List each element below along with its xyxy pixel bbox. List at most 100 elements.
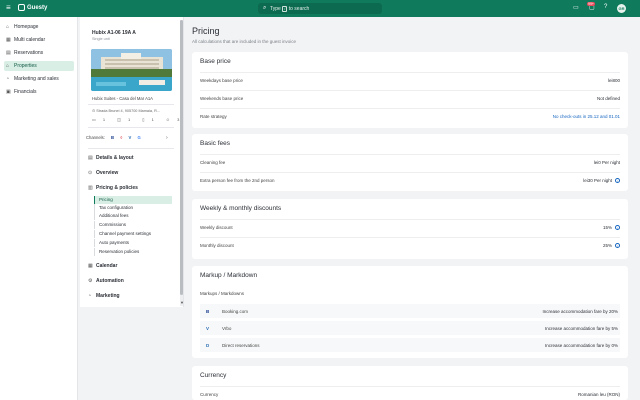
row-label: Weekdays base price bbox=[200, 78, 243, 83]
markup-vrbo-row[interactable]: V Vrbo Increase accommodation fare by 5% bbox=[200, 321, 620, 335]
bedrooms-count: 1 bbox=[102, 117, 106, 122]
airbnb-icon[interactable]: ◊ bbox=[120, 135, 122, 140]
cleaning-fee-row[interactable]: Cleaning fee lei0 Per night bbox=[200, 154, 620, 168]
row-label: Monthly discount bbox=[200, 243, 234, 248]
monthly-discount-row[interactable]: Monthly discount 25% i bbox=[200, 237, 620, 251]
nav-item-homepage[interactable]: ⌂ Homepage bbox=[4, 22, 74, 32]
listing-photo[interactable] bbox=[91, 49, 172, 91]
subnav-tax-configuration[interactable]: Tax configuration bbox=[94, 204, 172, 212]
scrollbar-thumb[interactable] bbox=[180, 20, 183, 295]
rate-strategy-link[interactable]: No check-outs in 25.12 and 01.01 bbox=[553, 114, 620, 119]
calendar-section-icon: ▦ bbox=[88, 263, 93, 269]
nav-item-properties[interactable]: ⌂ Properties bbox=[4, 61, 74, 71]
discounts-card: Weekly & monthly discounts Weekly discou… bbox=[192, 199, 628, 259]
properties-icon: ⌂ bbox=[6, 63, 10, 69]
markup-value: Increase accommodation fare by 20% bbox=[542, 309, 618, 314]
section-label: Pricing & policies bbox=[96, 185, 138, 191]
section-overview[interactable]: ⊙ Overview bbox=[88, 170, 118, 176]
card-heading: Base price bbox=[200, 58, 231, 65]
subnav-reservation-policies[interactable]: Reservation policies bbox=[94, 248, 172, 256]
section-pricing-policies[interactable]: ▥ Pricing & policies bbox=[88, 185, 138, 191]
listing-address: ⊙ Strada Brunei 4, 905700 Mamaia, R... bbox=[92, 108, 160, 113]
info-icon[interactable]: i bbox=[615, 243, 620, 249]
channel-name: Vrbo bbox=[222, 326, 232, 331]
rate-strategy-row[interactable]: Rate strategy No check-outs in 25.12 and … bbox=[200, 108, 620, 122]
details-icon: ▤ bbox=[88, 155, 93, 161]
main-navigation: ⌂ Homepage ▦ Multi calendar ▤ Reservations … bbox=[0, 17, 78, 400]
menu-icon[interactable]: ≡ bbox=[6, 4, 11, 12]
markup-direct-row[interactable]: D Direct reservations Increase accommodati… bbox=[200, 338, 620, 352]
nav-label: Homepage bbox=[14, 24, 39, 30]
nav-item-multi-calendar[interactable]: ▦ Multi calendar bbox=[4, 35, 74, 45]
row-label: Cleaning fee bbox=[200, 160, 226, 165]
bathrooms-count: 1 bbox=[128, 117, 131, 122]
row-value: lei0 Per night bbox=[593, 160, 620, 165]
card-heading: Markup / Markdown bbox=[200, 272, 258, 279]
nav-label: Financials bbox=[14, 89, 37, 95]
booking-com-icon[interactable]: B bbox=[111, 135, 114, 140]
row-value-text: lei30 Per night bbox=[583, 178, 612, 183]
divider bbox=[88, 148, 174, 149]
guests-stat: ☺ 3 bbox=[166, 117, 185, 122]
nav-item-financials[interactable]: ▣ Financials bbox=[4, 87, 74, 97]
google-icon[interactable]: G bbox=[137, 135, 140, 140]
weekly-discount-row[interactable]: Weekly discount 15% i bbox=[200, 219, 620, 233]
currency-row[interactable]: Currency Romanian leu (RON) bbox=[200, 386, 620, 400]
base-price-card: Base price Weekdays base price lei800 Wee… bbox=[192, 52, 628, 128]
nav-item-marketing-and-sales[interactable]: ◔ Marketing and sales bbox=[4, 74, 74, 84]
search-input[interactable]: ⌕ Type / to search bbox=[258, 3, 382, 14]
basic-fees-card: Basic fees Cleaning fee lei0 Per night Ex… bbox=[192, 134, 628, 191]
nav-item-reservations[interactable]: ▤ Reservations bbox=[4, 48, 74, 58]
markup-booking-row[interactable]: B Booking.com Increase accommodation fare … bbox=[200, 304, 620, 318]
section-calendar[interactable]: ▦ Calendar bbox=[88, 263, 117, 269]
currency-card: Currency Currency Romanian leu (RON) bbox=[192, 366, 628, 400]
section-marketing[interactable]: ◔ Marketing bbox=[88, 293, 120, 299]
weekdays-base-price-row[interactable]: Weekdays base price lei800 bbox=[200, 72, 620, 86]
search-icon: ⌕ bbox=[263, 5, 267, 11]
divider bbox=[88, 127, 174, 128]
marketing-section-icon: ◔ bbox=[88, 293, 92, 299]
app-logo[interactable]: Guesty bbox=[18, 4, 47, 11]
info-icon[interactable]: i bbox=[615, 225, 620, 231]
listing-name: Hubix Suites - Casa del Mar A1A bbox=[92, 96, 153, 101]
extra-person-fee-row[interactable]: Extra person fee from the 2nd person lei3… bbox=[200, 172, 620, 186]
nav-label: Marketing and sales bbox=[14, 76, 59, 82]
avatar[interactable]: GR bbox=[617, 4, 626, 13]
notification-badge: 99+ bbox=[587, 2, 595, 6]
scroll-down-icon[interactable]: ▼ bbox=[180, 300, 184, 305]
guests-count: 3 bbox=[177, 117, 180, 122]
markup-value: Increase accommodation fare by 5% bbox=[544, 326, 618, 331]
section-label: Details & layout bbox=[96, 155, 134, 161]
listing-stats: ▭ 1 ◫ 1 ▯ 1 ☺ 3 bbox=[92, 117, 191, 122]
listing-photo-image bbox=[91, 49, 172, 91]
section-label: Marketing bbox=[96, 293, 120, 299]
nav-label: Reservations bbox=[14, 50, 44, 56]
chevron-right-icon[interactable]: › bbox=[166, 135, 168, 141]
row-label: Weekends base price bbox=[200, 96, 244, 101]
channel-name: Direct reservations bbox=[222, 343, 260, 348]
automation-icon: ⚙ bbox=[88, 278, 93, 284]
calendar-icon: ▦ bbox=[6, 37, 11, 43]
section-details-layout[interactable]: ▤ Details & layout bbox=[88, 155, 134, 161]
logo-mark-icon bbox=[18, 4, 25, 11]
subnav-additional-fees[interactable]: Additional fees bbox=[94, 212, 172, 220]
bedrooms-stat: ▭ 1 bbox=[92, 117, 111, 122]
weekends-base-price-row[interactable]: Weekends base price Not defined bbox=[200, 90, 620, 104]
search-placeholder: Type / to search bbox=[270, 6, 309, 12]
row-value: lei30 Per night i bbox=[583, 178, 620, 184]
info-icon[interactable]: i bbox=[615, 178, 620, 184]
pricing-icon: ▥ bbox=[88, 185, 93, 191]
markup-value: Increase accommodation fare by 0% bbox=[544, 343, 618, 348]
page-title: Pricing bbox=[192, 26, 220, 36]
vrbo-icon[interactable]: V bbox=[128, 135, 131, 140]
subnav-pricing[interactable]: Pricing bbox=[94, 196, 172, 204]
subnav-auto-payments[interactable]: Auto payments bbox=[94, 239, 172, 247]
section-automation[interactable]: ⚙ Automation bbox=[88, 278, 124, 284]
subnav-commissions[interactable]: Commissions bbox=[94, 221, 172, 229]
help-icon[interactable]: ? bbox=[604, 4, 607, 10]
subnav-channel-payment-settings[interactable]: Channel payment settings bbox=[94, 230, 172, 238]
bookmark-icon[interactable]: ▭ bbox=[573, 4, 579, 11]
channels-row: Channels: B ◊ V G bbox=[86, 135, 141, 140]
location-pin-icon: ⊙ bbox=[92, 109, 96, 113]
channel-name: Booking.com bbox=[222, 309, 249, 314]
